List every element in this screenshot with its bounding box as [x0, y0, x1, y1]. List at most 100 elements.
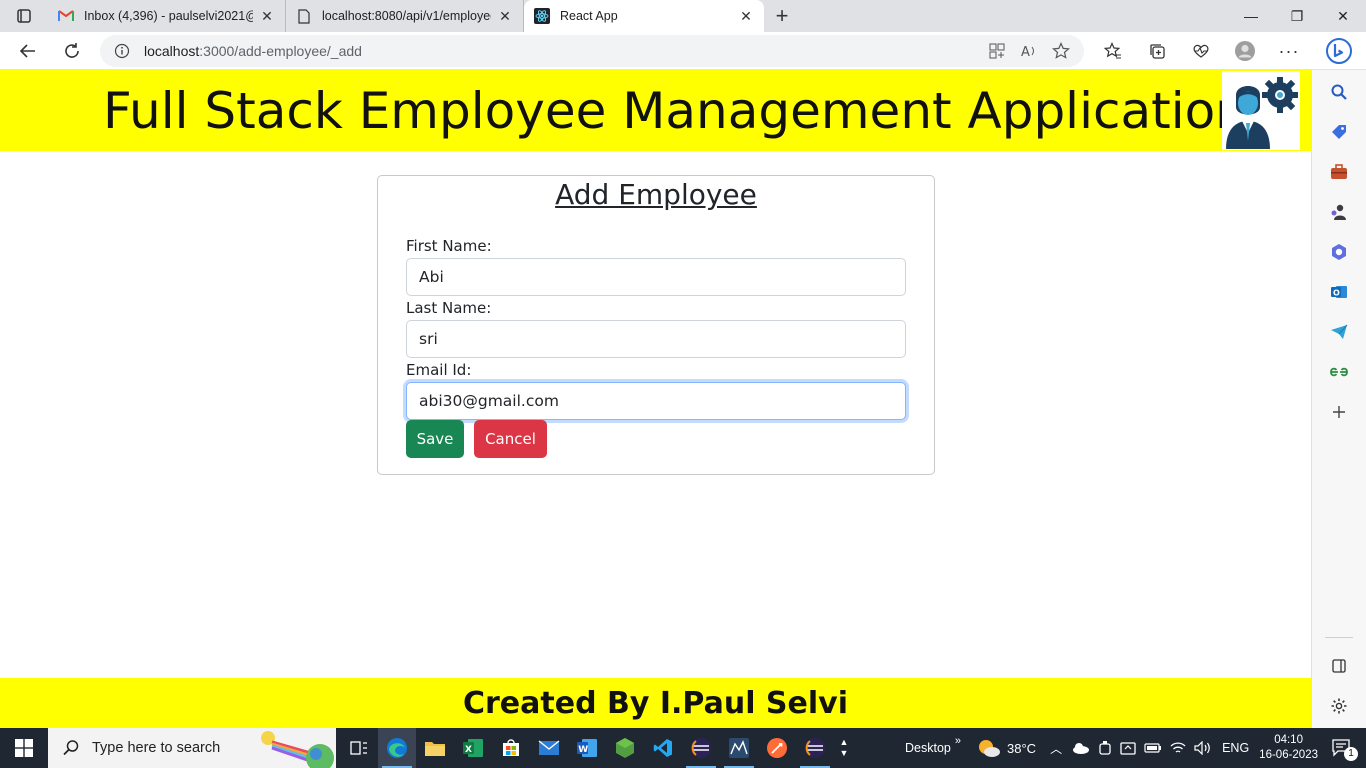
taskbar-excel-button[interactable]: X: [454, 728, 492, 768]
favorites-button[interactable]: [1091, 36, 1135, 66]
app-title: Full Stack Employee Management Applicati…: [103, 82, 1247, 140]
sidebar-games-icon[interactable]: [1323, 196, 1355, 228]
taskbar-search-box[interactable]: Type here to search: [48, 728, 336, 768]
sidebar-tools-icon[interactable]: [1323, 156, 1355, 188]
taskbar-mail-button[interactable]: [530, 728, 568, 768]
restore-button[interactable]: ❐: [1274, 0, 1320, 32]
collections-button[interactable]: [1135, 36, 1179, 66]
taskbar-eclipse-button[interactable]: [682, 728, 720, 768]
taskbar-eclipse2-button[interactable]: [796, 728, 834, 768]
svg-text:X: X: [465, 745, 472, 755]
language-indicator[interactable]: ENG: [1222, 741, 1249, 755]
onedrive-icon[interactable]: [1072, 742, 1090, 754]
wifi-icon[interactable]: [1170, 741, 1186, 755]
browser-toolbar: localhost:3000/add-employee/_add A ···: [0, 32, 1366, 70]
info-icon[interactable]: [100, 43, 144, 59]
taskbar-mysql-workbench-button[interactable]: [720, 728, 758, 768]
battery-icon[interactable]: [1144, 742, 1162, 754]
sidebar-search-icon[interactable]: [1323, 76, 1355, 108]
close-icon[interactable]: ✕: [259, 8, 275, 24]
taskbar-nodejs-button[interactable]: [606, 728, 644, 768]
favorite-star-icon[interactable]: [1052, 42, 1070, 60]
eclipse-icon: [805, 738, 825, 758]
url-host: localhost: [144, 43, 200, 59]
taskbar-clock[interactable]: 04:10 16-06-2023: [1259, 733, 1318, 763]
close-icon[interactable]: ✕: [497, 8, 513, 24]
sidebar-divider: [1325, 637, 1353, 638]
chevron-double-right-icon[interactable]: »: [955, 735, 961, 747]
microsoft-store-icon: [503, 739, 519, 756]
taskbar-vscode-button[interactable]: [644, 728, 682, 768]
taskbar-edge-button[interactable]: [378, 728, 416, 768]
app-footer: Created By I.Paul Selvi: [0, 678, 1311, 728]
save-button[interactable]: Save: [406, 420, 464, 458]
app-header: Full Stack Employee Management Applicati…: [0, 70, 1311, 151]
bing-copilot-button[interactable]: [1311, 36, 1366, 66]
sidebar-add-icon[interactable]: [1323, 396, 1355, 428]
favorites-icon: [1104, 42, 1121, 59]
email-value: abi30@gmail.com: [419, 392, 559, 410]
email-input[interactable]: abi30@gmail.com: [406, 382, 906, 420]
sidebar-office-icon[interactable]: [1323, 236, 1355, 268]
tab-title: localhost:8080/api/v1/employees: [322, 9, 491, 23]
tab-react-app[interactable]: React App ✕: [524, 0, 764, 32]
sidebar-hide-icon[interactable]: [1323, 650, 1355, 682]
task-view-icon: [350, 741, 367, 755]
first-name-input[interactable]: Abi: [406, 258, 906, 296]
address-bar[interactable]: localhost:3000/add-employee/_add A: [100, 35, 1084, 67]
sidebar-outlook-icon[interactable]: O: [1323, 276, 1355, 308]
start-button[interactable]: [0, 728, 48, 768]
sidebar-geeksforgeeks-icon[interactable]: [1323, 356, 1355, 388]
sidebar-shopping-icon[interactable]: [1323, 116, 1355, 148]
employee-manager-logo-icon: [1222, 71, 1300, 150]
refresh-icon: [65, 42, 79, 58]
notification-center-button[interactable]: 1: [1332, 739, 1358, 761]
svg-text:A: A: [1021, 45, 1030, 60]
chevron-up-icon[interactable]: ︿: [1050, 740, 1062, 757]
desktop-toolbar-label[interactable]: Desktop: [905, 741, 951, 755]
sidebar-settings-icon[interactable]: [1323, 690, 1355, 722]
taskbar-scroll-button[interactable]: ▲ ▼: [834, 728, 854, 768]
app-available-icon[interactable]: [988, 42, 1006, 60]
file-explorer-icon: [425, 742, 445, 756]
search-placeholder: Type here to search: [92, 740, 221, 756]
close-window-button[interactable]: ✕: [1320, 0, 1366, 32]
bing-icon: [1325, 38, 1352, 64]
taskbar-store-button[interactable]: [492, 728, 530, 768]
svg-text:W: W: [578, 745, 588, 755]
notification-badge: 1: [1344, 747, 1358, 761]
excel-icon: X: [463, 739, 483, 757]
edge-browser-icon: [387, 738, 407, 758]
usb-device-icon[interactable]: [1098, 740, 1112, 756]
chevron-updown-icon: ▲ ▼: [839, 737, 849, 758]
tab-gmail[interactable]: Inbox (4,396) - paulselvi2021@gm ✕: [48, 0, 286, 32]
weather-widget[interactable]: 38°C: [977, 738, 1036, 758]
read-aloud-icon[interactable]: A: [1020, 42, 1038, 60]
volume-icon[interactable]: [1194, 741, 1212, 755]
close-icon[interactable]: ✕: [738, 8, 754, 24]
refresh-button[interactable]: [53, 36, 91, 66]
taskbar-word-button[interactable]: W: [568, 728, 606, 768]
window-controls: — ❐ ✕: [1228, 0, 1366, 32]
meet-now-icon[interactable]: [1120, 740, 1136, 756]
sidebar-telegram-icon[interactable]: [1323, 316, 1355, 348]
taskbar-explorer-button[interactable]: [416, 728, 454, 768]
settings-more-button[interactable]: ···: [1267, 36, 1311, 66]
taskbar-postman-button[interactable]: [758, 728, 796, 768]
tab-actions-button[interactable]: [0, 0, 48, 32]
add-employee-card: Add Employee First Name: Abi Last Name: …: [377, 175, 935, 475]
browser-tools: ···: [1091, 32, 1366, 70]
profile-button[interactable]: [1223, 36, 1267, 66]
minimize-button[interactable]: —: [1228, 0, 1274, 32]
back-button[interactable]: [9, 36, 47, 66]
avatar-icon: [1235, 41, 1255, 61]
performance-button[interactable]: [1179, 36, 1223, 66]
last-name-input[interactable]: sri: [406, 320, 906, 358]
vscode-icon: [653, 739, 672, 757]
windows-logo-icon: [15, 739, 33, 757]
cancel-button[interactable]: Cancel: [474, 420, 547, 458]
edge-sidebar: O: [1311, 70, 1366, 728]
new-tab-button[interactable]: +: [764, 0, 800, 32]
task-view-button[interactable]: [340, 728, 378, 768]
tab-api-employees[interactable]: localhost:8080/api/v1/employees ✕: [286, 0, 524, 32]
